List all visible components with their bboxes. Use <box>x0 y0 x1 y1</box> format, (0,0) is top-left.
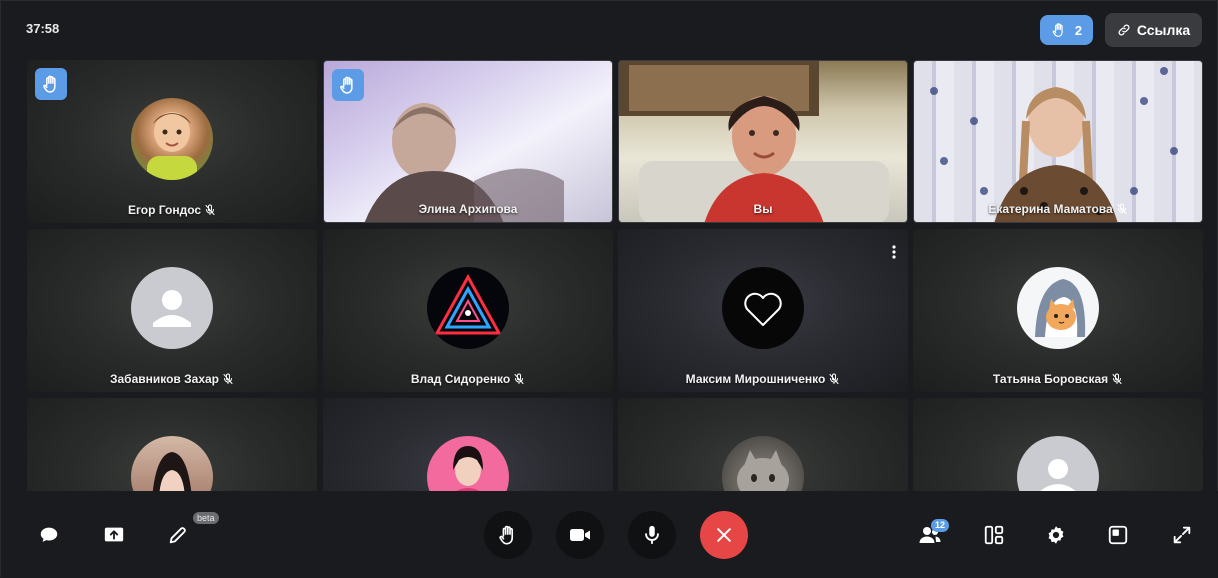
fullscreen-button[interactable] <box>1162 515 1202 555</box>
raise-hand-icon <box>499 525 514 545</box>
avatar <box>722 436 804 491</box>
picture-in-picture-button[interactable] <box>1098 515 1138 555</box>
default-user-icon <box>1040 459 1076 491</box>
participant-name-row: Егор Гондос <box>27 203 317 217</box>
participant-tile[interactable] <box>323 398 613 491</box>
share-screen-button[interactable] <box>94 515 134 555</box>
share-screen-icon <box>104 527 124 542</box>
participant-name-row: Вы <box>619 202 907 216</box>
participant-tile[interactable]: Вы <box>618 60 908 223</box>
video-feed <box>619 61 889 222</box>
raise-hand-icon <box>43 75 56 93</box>
muted-mic-icon <box>205 204 215 215</box>
whiteboard-button[interactable] <box>158 515 198 555</box>
copy-link-button[interactable]: Ссылка <box>1105 13 1202 47</box>
link-button-label: Ссылка <box>1136 22 1191 38</box>
control-bar: beta 12 <box>1 491 1218 578</box>
participant-name-row: Максим Мирошниченко <box>618 372 908 386</box>
participant-name-row: Элина Архипова <box>324 202 612 216</box>
camera-button[interactable] <box>556 511 604 559</box>
participant-name: Элина Архипова <box>418 202 518 216</box>
hang-up-button[interactable] <box>700 511 748 559</box>
participant-tile[interactable]: Максим Мирошниченко <box>618 229 908 392</box>
muted-mic-icon <box>829 373 839 384</box>
pencil-icon <box>169 527 186 544</box>
layout-icon <box>984 525 1004 545</box>
participant-tile[interactable]: Егор Гондос <box>27 60 317 223</box>
beta-badge: beta <box>193 512 219 524</box>
participant-name: Татьяна Боровская <box>992 372 1109 386</box>
call-timer: 37:58 <box>26 21 60 36</box>
participant-name: Егор Гондос <box>127 203 202 217</box>
settings-button[interactable] <box>1036 515 1076 555</box>
chat-icon <box>40 527 58 542</box>
camera-icon <box>570 529 590 541</box>
settings-icon <box>1048 526 1064 544</box>
avatar <box>1017 436 1099 491</box>
participant-name: Вы <box>753 202 773 216</box>
participant-tile[interactable]: Екатерина Маматова <box>913 60 1203 223</box>
avatar <box>131 98 213 180</box>
muted-mic-icon <box>514 373 524 384</box>
raise-hand-icon <box>1052 23 1063 37</box>
participant-name: Максим Мирошниченко <box>685 372 826 386</box>
raised-hand-indicator <box>35 68 67 100</box>
picture-in-picture-icon <box>1108 525 1128 545</box>
more-options-icon[interactable] <box>892 245 896 259</box>
participant-tile[interactable]: Забавников Захар <box>27 229 317 392</box>
raised-hands-button[interactable]: 2 <box>1040 15 1093 45</box>
participant-name: Екатерина Маматова <box>988 202 1113 216</box>
participant-name: Влад Сидоренко <box>410 372 511 386</box>
avatar <box>427 436 509 491</box>
avatar <box>722 267 804 349</box>
layout-button[interactable] <box>974 515 1014 555</box>
microphone-icon <box>645 525 659 545</box>
muted-mic-icon <box>223 373 233 384</box>
fullscreen-icon <box>1173 526 1191 544</box>
muted-mic-icon <box>1117 203 1127 214</box>
participant-tile[interactable]: Татьяна Боровская <box>913 229 1203 392</box>
participant-name-row: Екатерина Маматова <box>914 202 1202 216</box>
avatar <box>131 267 213 349</box>
heart-icon <box>744 292 782 326</box>
participant-tile[interactable] <box>618 398 908 491</box>
participants-count-badge: 12 <box>931 519 949 532</box>
raised-hands-count: 2 <box>1074 22 1083 38</box>
video-feed <box>364 103 564 222</box>
participant-tile[interactable]: Элина Архипова <box>323 60 613 223</box>
participant-name-row: Забавников Захар <box>27 372 317 386</box>
link-icon <box>1118 24 1130 36</box>
participant-name-row: Влад Сидоренко <box>323 372 613 386</box>
microphone-button[interactable] <box>628 511 676 559</box>
chat-button[interactable] <box>29 515 69 555</box>
participant-name-row: Татьяна Боровская <box>913 372 1203 386</box>
avatar <box>131 436 213 491</box>
avatar <box>427 267 509 349</box>
default-user-icon <box>153 290 191 327</box>
muted-mic-icon <box>1112 373 1122 384</box>
video-feed <box>930 67 1178 222</box>
participant-tile[interactable] <box>27 398 317 491</box>
participant-tile[interactable]: Влад Сидоренко <box>323 229 613 392</box>
participant-name: Забавников Захар <box>109 372 220 386</box>
participants-grid: Егор Гондос Элина Архипова Вы Екатерина … <box>27 60 1205 491</box>
call-window: 37:58 2 Ссылка Егор Гондос Элина Архипов… <box>0 0 1218 578</box>
avatar <box>1017 267 1099 349</box>
participant-tile[interactable] <box>913 398 1203 491</box>
hang-up-icon <box>717 528 731 542</box>
top-bar: 37:58 2 Ссылка <box>1 1 1218 57</box>
raise-hand-button[interactable] <box>484 511 532 559</box>
